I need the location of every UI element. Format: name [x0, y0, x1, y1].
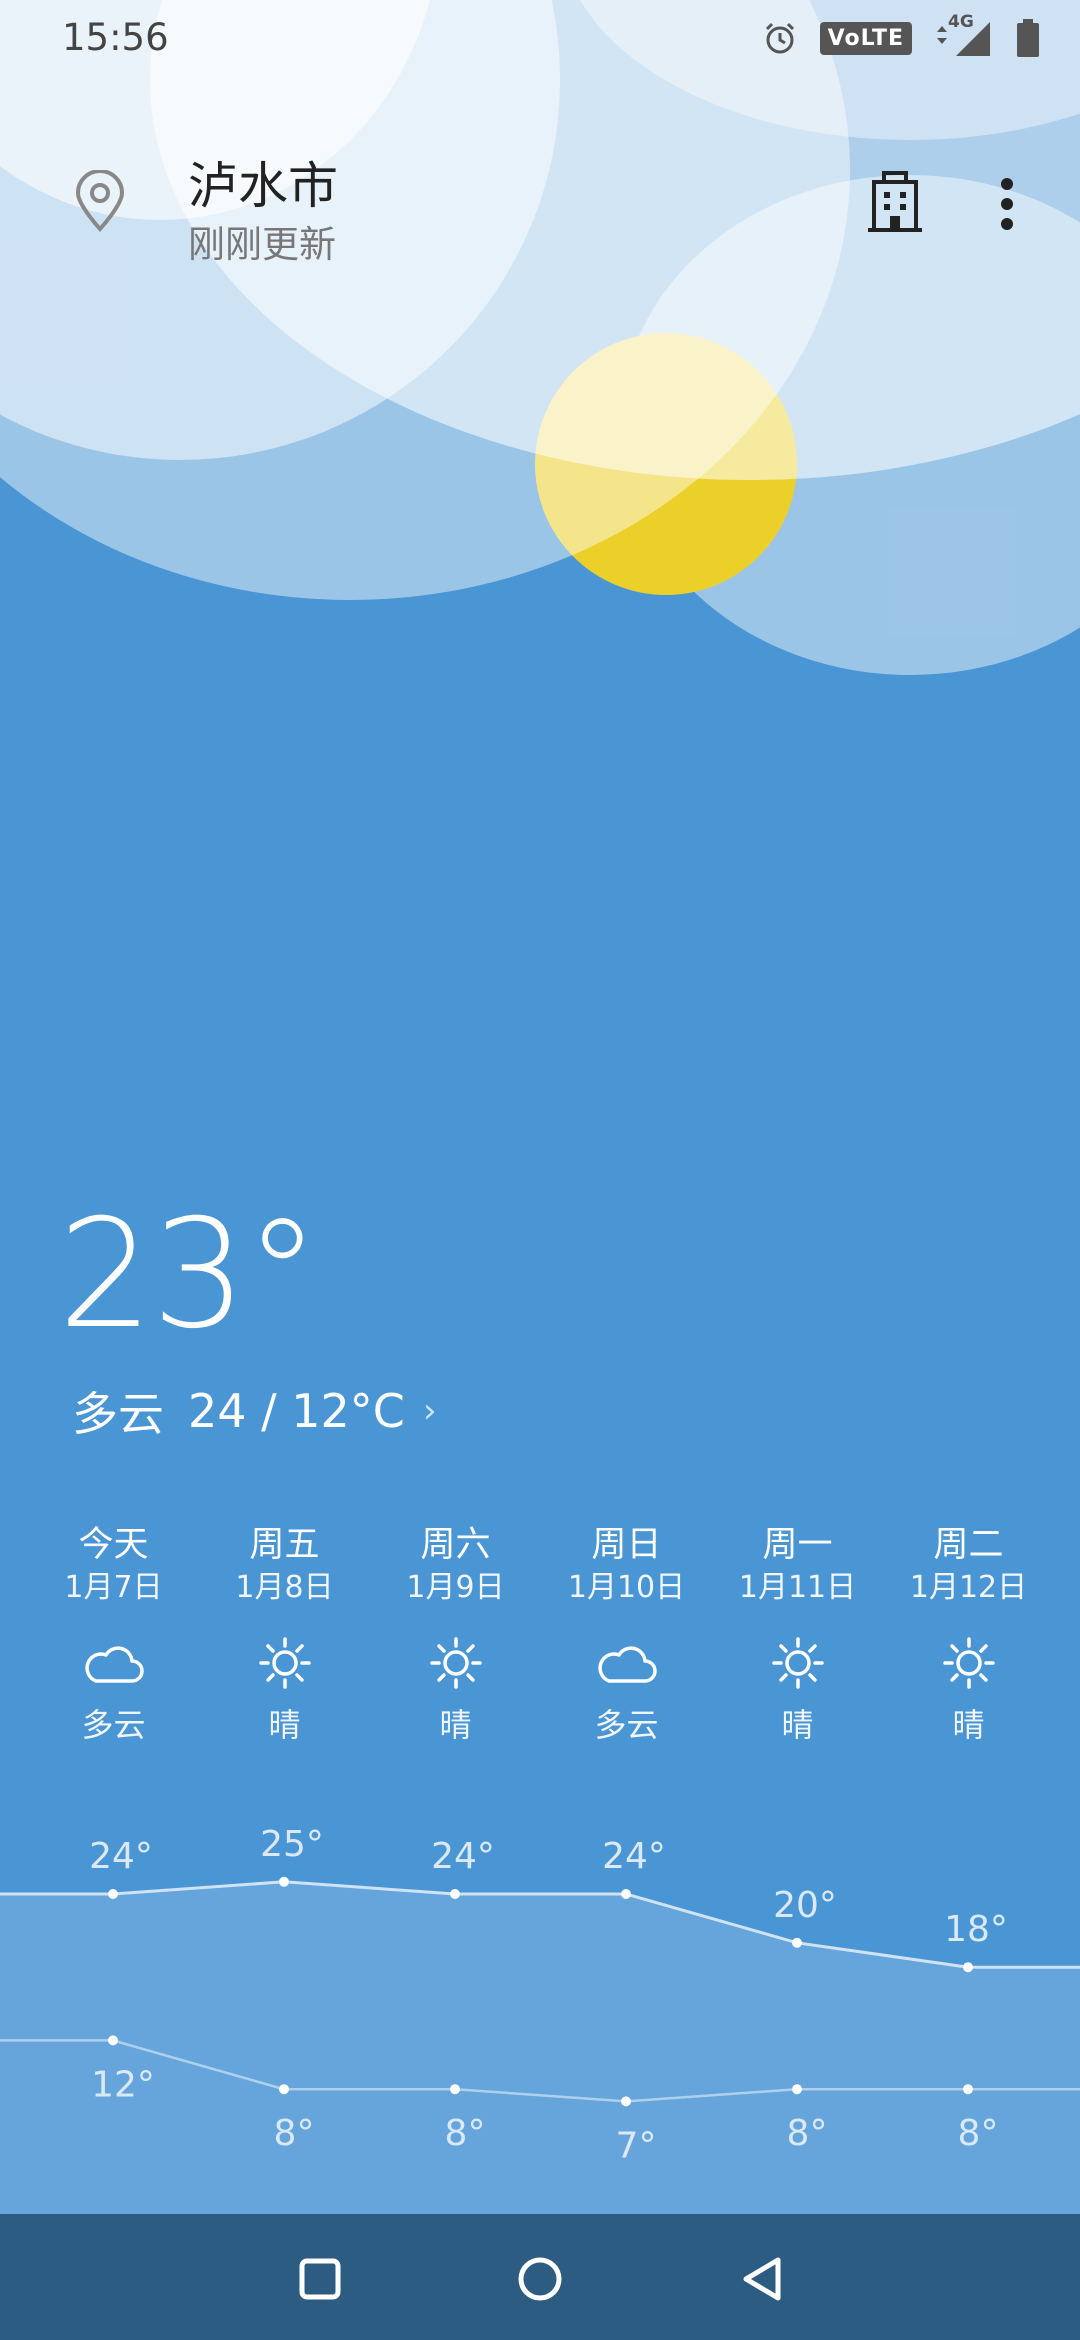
more-menu-button[interactable]: [995, 176, 1019, 235]
forecast-day[interactable]: 今天 1月7日多云: [28, 1516, 199, 1746]
low-temperature-label: 8°: [958, 2113, 999, 2154]
city-manage-button[interactable]: [868, 170, 922, 235]
cloud-icon: [84, 1646, 144, 1683]
circle-home-icon: [518, 2257, 562, 2301]
low-temperature-label: 12°: [91, 2064, 155, 2105]
navigation-bar: [0, 2214, 1080, 2340]
high-temperature-label: 20°: [773, 1885, 837, 1926]
battery-icon: [1017, 19, 1039, 57]
forecast-condition: 晴: [268, 1706, 301, 1744]
sun-icon: [429, 1637, 482, 1689]
recents-button[interactable]: [295, 2254, 345, 2304]
chevron-right-icon: ›: [422, 1391, 437, 1431]
high-temperature-point: [279, 1876, 289, 1887]
low-temperature-label: 8°: [787, 2113, 828, 2154]
high-temperature-point: [450, 1889, 460, 1899]
forecast-date: 1月9日: [406, 1570, 505, 1605]
forecast-day[interactable]: 周一 1月11日晴: [712, 1516, 883, 1746]
forecast-condition: 晴: [952, 1706, 985, 1744]
low-temperature-point: [792, 2084, 802, 2095]
forecast-day-name: 今天: [78, 1525, 149, 1565]
low-temperature-point: [450, 2084, 460, 2095]
forecast-day[interactable]: 周五 1月8日晴: [199, 1516, 370, 1746]
location-pin-icon: [75, 170, 125, 232]
forecast-date: 1月11日: [738, 1570, 857, 1605]
high-temperature-point: [792, 1937, 802, 1948]
forecast-day-name: 周二: [933, 1525, 1004, 1565]
low-temperature-label: 7°: [616, 2125, 657, 2166]
high-temperature-label: 18°: [944, 1909, 1008, 1950]
high-temperature-point: [108, 1889, 118, 1899]
home-button[interactable]: [515, 2254, 565, 2304]
temperature-range: 24 / 12°C: [188, 1384, 405, 1438]
square-recents-icon: [299, 2258, 341, 2300]
forecast-condition: 晴: [781, 1706, 814, 1744]
high-temperature-label: 24°: [431, 1836, 495, 1877]
alarm-clock-icon: [765, 22, 794, 54]
volte-badge: VoLTE: [819, 21, 912, 55]
back-button[interactable]: [738, 2254, 788, 2304]
low-temperature-label: 8°: [274, 2113, 315, 2154]
high-temperature-point: [621, 1889, 631, 1899]
forecast-day[interactable]: 周日 1月10日多云: [541, 1516, 712, 1746]
today-summary[interactable]: 多云 24 / 12°C ›: [72, 1378, 437, 1444]
forecast-day[interactable]: 周六 1月9日晴: [370, 1516, 541, 1746]
forecast-condition: 多云: [81, 1706, 146, 1744]
high-temperature-label: 24°: [89, 1836, 153, 1877]
status-icons: VoLTE 4G: [762, 12, 1040, 58]
high-temperature-label: 24°: [602, 1836, 666, 1877]
forecast-date: 1月12日: [909, 1570, 1028, 1605]
header: 泸水市 刚刚更新: [0, 130, 1080, 280]
sun-icon: [942, 1637, 995, 1689]
temperature-chart: 24° 12° 25° 8° 24° 8° 24° 7° 20° 8° 18° 8°: [0, 1824, 1080, 2214]
forecast-day-name: 周日: [591, 1525, 662, 1565]
forecast-date: 1月7日: [64, 1570, 163, 1605]
more-vertical-icon: [1001, 178, 1013, 230]
forecast-date: 1月8日: [235, 1570, 334, 1605]
sun-icon: [771, 1637, 824, 1689]
sun-icon: [258, 1637, 311, 1689]
status-bar: 15:56 VoLTE 4G: [0, 0, 1080, 80]
low-temperature-point: [963, 2084, 973, 2095]
high-temperature-point: [963, 1962, 973, 1973]
forecast-date: 1月10日: [567, 1570, 686, 1605]
update-status: 刚刚更新: [188, 223, 336, 266]
current-temperature: 23°: [58, 1188, 320, 1362]
forecast-condition: 多云: [594, 1706, 659, 1744]
current-condition: 多云: [72, 1387, 164, 1441]
forecast-day-name: 周一: [762, 1525, 833, 1565]
status-time: 15:56: [62, 16, 169, 59]
low-temperature-point: [279, 2084, 289, 2095]
forecast-day-name: 周五: [249, 1525, 320, 1565]
city-name[interactable]: 泸水市: [188, 146, 338, 218]
high-temperature-area: [0, 1881, 1080, 2214]
forecast-condition: 晴: [439, 1706, 472, 1744]
forecast-day[interactable]: 周二 1月12日晴: [883, 1516, 1054, 1746]
low-temperature-point: [108, 2035, 118, 2046]
daily-forecast: 今天 1月7日 多云 周五 1月8日晴周六 1月9日晴周日 1月10日 多云 周一 1月11日晴周…: [0, 1516, 1080, 1746]
triangle-back-icon: [743, 2257, 781, 2301]
cloud-icon: [597, 1646, 657, 1683]
low-temperature-label: 8°: [445, 2113, 486, 2154]
signal-icon: [937, 22, 990, 56]
building-icon: [868, 171, 922, 232]
forecast-day-name: 周六: [420, 1525, 491, 1565]
high-temperature-label: 25°: [260, 1824, 324, 1865]
low-temperature-point: [621, 2096, 631, 2107]
signal-group: 4G: [934, 12, 994, 58]
